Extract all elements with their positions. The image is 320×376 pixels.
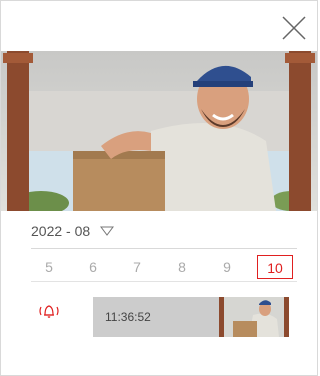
snapshot-image — [1, 51, 317, 211]
month-selector[interactable]: 2022 - 08 — [31, 223, 115, 239]
triangle-down-icon — [100, 226, 115, 236]
day-item[interactable]: 8 — [164, 255, 200, 279]
doorbell-ring-icon — [39, 305, 59, 318]
day-item[interactable]: 6 — [75, 255, 111, 279]
day-item[interactable]: 5 — [31, 255, 67, 279]
days-divider — [31, 281, 297, 282]
month-divider — [31, 248, 297, 249]
day-item[interactable]: 9 — [209, 255, 245, 279]
event-thumbnail — [219, 297, 289, 337]
day-item-selected[interactable]: 10 — [257, 255, 293, 279]
month-label: 2022 - 08 — [31, 223, 91, 239]
day-item[interactable]: 7 — [119, 255, 155, 279]
event-item[interactable]: 11:36:52 — [93, 297, 289, 337]
panel-header — [1, 1, 317, 51]
doorbell-playback-panel: 2022 - 08 5 6 7 8 9 10 11:36:52 — [0, 0, 318, 376]
event-time: 11:36:52 — [105, 310, 151, 324]
close-icon[interactable] — [279, 13, 309, 43]
day-selector: 5 6 7 8 9 10 — [31, 255, 297, 279]
